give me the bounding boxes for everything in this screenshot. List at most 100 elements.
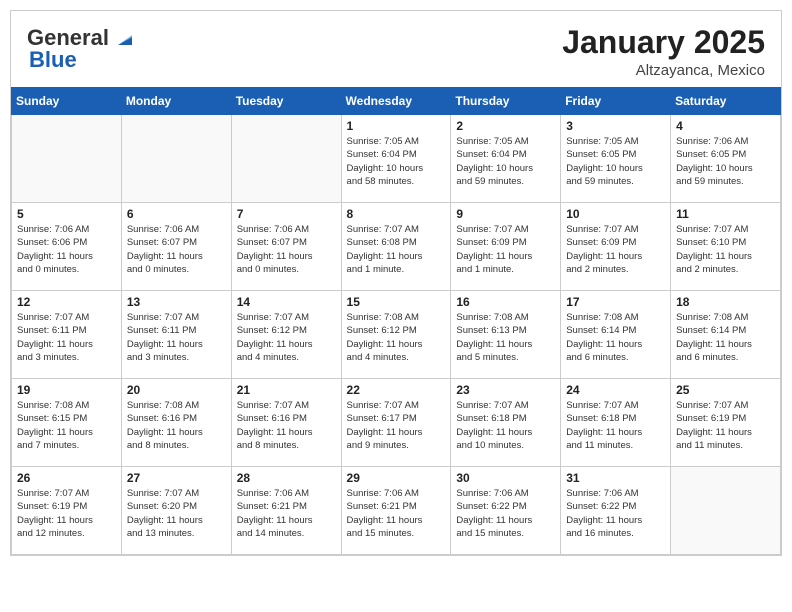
calendar-table: SundayMondayTuesdayWednesdayThursdayFrid… xyxy=(11,87,781,555)
day-number: 31 xyxy=(566,471,665,485)
day-number: 29 xyxy=(347,471,446,485)
day-info: Sunrise: 7:07 AM Sunset: 6:10 PM Dayligh… xyxy=(676,223,775,276)
day-number: 6 xyxy=(127,207,226,221)
calendar-day-cell: 12 Sunrise: 7:07 AM Sunset: 6:11 PM Dayli… xyxy=(12,291,122,379)
day-info: Sunrise: 7:07 AM Sunset: 6:09 PM Dayligh… xyxy=(566,223,665,276)
calendar-day-cell: 19Sunrise: 7:08 AM Sunset: 6:15 PM Dayli… xyxy=(12,379,122,467)
day-number: 18 xyxy=(676,295,775,309)
day-number: 2 xyxy=(456,119,555,133)
day-info: Sunrise: 7:06 AM Sunset: 6:07 PM Dayligh… xyxy=(127,223,226,276)
calendar-day-cell: 31 Sunrise: 7:06 AM Sunset: 6:22 PM Dayli… xyxy=(561,467,671,555)
header: General Blue January 2025 Altzayanca, Me… xyxy=(11,11,781,87)
day-of-week-header: Saturday xyxy=(671,88,781,115)
logo-icon xyxy=(112,27,134,49)
day-number: 8 xyxy=(347,207,446,221)
day-info: Sunrise: 7:07 AM Sunset: 6:19 PM Dayligh… xyxy=(676,399,775,452)
calendar-day-cell: 5 Sunrise: 7:06 AM Sunset: 6:06 PM Daylig… xyxy=(12,203,122,291)
day-number: 17 xyxy=(566,295,665,309)
day-info: Sunrise: 7:07 AM Sunset: 6:11 PM Dayligh… xyxy=(127,311,226,364)
day-info: Sunrise: 7:05 AM Sunset: 6:05 PM Dayligh… xyxy=(566,135,665,188)
calendar-header-row: SundayMondayTuesdayWednesdayThursdayFrid… xyxy=(12,88,781,115)
calendar-day-cell: 1 Sunrise: 7:05 AM Sunset: 6:04 PM Daylig… xyxy=(341,115,451,203)
day-number: 5 xyxy=(17,207,116,221)
day-info: Sunrise: 7:07 AM Sunset: 6:18 PM Dayligh… xyxy=(456,399,555,452)
day-info: Sunrise: 7:06 AM Sunset: 6:05 PM Dayligh… xyxy=(676,135,775,188)
calendar-week-row: 19Sunrise: 7:08 AM Sunset: 6:15 PM Dayli… xyxy=(12,379,781,467)
day-info: Sunrise: 7:06 AM Sunset: 6:07 PM Dayligh… xyxy=(237,223,336,276)
day-number: 9 xyxy=(456,207,555,221)
day-number: 11 xyxy=(676,207,775,221)
day-info: Sunrise: 7:07 AM Sunset: 6:19 PM Dayligh… xyxy=(17,487,116,540)
day-info: Sunrise: 7:07 AM Sunset: 6:18 PM Dayligh… xyxy=(566,399,665,452)
day-number: 28 xyxy=(237,471,336,485)
calendar-day-cell xyxy=(121,115,231,203)
day-of-week-header: Wednesday xyxy=(341,88,451,115)
day-number: 14 xyxy=(237,295,336,309)
calendar-day-cell: 2 Sunrise: 7:05 AM Sunset: 6:04 PM Daylig… xyxy=(451,115,561,203)
month-title: January 2025 xyxy=(562,25,765,60)
calendar-day-cell: 16 Sunrise: 7:08 AM Sunset: 6:13 PM Dayli… xyxy=(451,291,561,379)
calendar-day-cell xyxy=(12,115,122,203)
day-info: Sunrise: 7:07 AM Sunset: 6:11 PM Dayligh… xyxy=(17,311,116,364)
calendar-day-cell: 7 Sunrise: 7:06 AM Sunset: 6:07 PM Daylig… xyxy=(231,203,341,291)
day-number: 25 xyxy=(676,383,775,397)
day-of-week-header: Tuesday xyxy=(231,88,341,115)
day-number: 10 xyxy=(566,207,665,221)
calendar-day-cell: 30Sunrise: 7:06 AM Sunset: 6:22 PM Dayli… xyxy=(451,467,561,555)
day-info: Sunrise: 7:06 AM Sunset: 6:22 PM Dayligh… xyxy=(566,487,665,540)
calendar-day-cell: 28Sunrise: 7:06 AM Sunset: 6:21 PM Dayli… xyxy=(231,467,341,555)
day-info: Sunrise: 7:08 AM Sunset: 6:12 PM Dayligh… xyxy=(347,311,446,364)
calendar-day-cell: 9 Sunrise: 7:07 AM Sunset: 6:09 PM Daylig… xyxy=(451,203,561,291)
calendar-day-cell: 11 Sunrise: 7:07 AM Sunset: 6:10 PM Dayli… xyxy=(671,203,781,291)
calendar-day-cell: 13Sunrise: 7:07 AM Sunset: 6:11 PM Dayli… xyxy=(121,291,231,379)
day-of-week-header: Monday xyxy=(121,88,231,115)
calendar-day-cell: 18Sunrise: 7:08 AM Sunset: 6:14 PM Dayli… xyxy=(671,291,781,379)
day-number: 1 xyxy=(347,119,446,133)
calendar-day-cell: 22Sunrise: 7:07 AM Sunset: 6:17 PM Dayli… xyxy=(341,379,451,467)
day-number: 24 xyxy=(566,383,665,397)
calendar-page: General Blue January 2025 Altzayanca, Me… xyxy=(10,10,782,556)
day-number: 20 xyxy=(127,383,226,397)
calendar-day-cell: 27Sunrise: 7:07 AM Sunset: 6:20 PM Dayli… xyxy=(121,467,231,555)
day-number: 23 xyxy=(456,383,555,397)
calendar-day-cell: 10 Sunrise: 7:07 AM Sunset: 6:09 PM Dayli… xyxy=(561,203,671,291)
calendar-day-cell: 14Sunrise: 7:07 AM Sunset: 6:12 PM Dayli… xyxy=(231,291,341,379)
calendar-day-cell: 26 Sunrise: 7:07 AM Sunset: 6:19 PM Dayli… xyxy=(12,467,122,555)
calendar-day-cell: 4 Sunrise: 7:06 AM Sunset: 6:05 PM Daylig… xyxy=(671,115,781,203)
day-of-week-header: Sunday xyxy=(12,88,122,115)
day-number: 26 xyxy=(17,471,116,485)
day-info: Sunrise: 7:07 AM Sunset: 6:09 PM Dayligh… xyxy=(456,223,555,276)
calendar-day-cell: 8Sunrise: 7:07 AM Sunset: 6:08 PM Daylig… xyxy=(341,203,451,291)
calendar-day-cell xyxy=(671,467,781,555)
calendar-day-cell: 24 Sunrise: 7:07 AM Sunset: 6:18 PM Dayli… xyxy=(561,379,671,467)
day-info: Sunrise: 7:06 AM Sunset: 6:21 PM Dayligh… xyxy=(347,487,446,540)
calendar-day-cell: 21Sunrise: 7:07 AM Sunset: 6:16 PM Dayli… xyxy=(231,379,341,467)
calendar-week-row: 12 Sunrise: 7:07 AM Sunset: 6:11 PM Dayli… xyxy=(12,291,781,379)
day-info: Sunrise: 7:05 AM Sunset: 6:04 PM Dayligh… xyxy=(456,135,555,188)
calendar-day-cell: 23 Sunrise: 7:07 AM Sunset: 6:18 PM Dayli… xyxy=(451,379,561,467)
calendar-day-cell: 25 Sunrise: 7:07 AM Sunset: 6:19 PM Dayli… xyxy=(671,379,781,467)
calendar-day-cell xyxy=(231,115,341,203)
day-of-week-header: Thursday xyxy=(451,88,561,115)
day-number: 16 xyxy=(456,295,555,309)
calendar-week-row: 26 Sunrise: 7:07 AM Sunset: 6:19 PM Dayli… xyxy=(12,467,781,555)
day-number: 19 xyxy=(17,383,116,397)
day-info: Sunrise: 7:06 AM Sunset: 6:22 PM Dayligh… xyxy=(456,487,555,540)
calendar-day-cell: 3Sunrise: 7:05 AM Sunset: 6:05 PM Daylig… xyxy=(561,115,671,203)
day-info: Sunrise: 7:08 AM Sunset: 6:13 PM Dayligh… xyxy=(456,311,555,364)
calendar-day-cell: 29 Sunrise: 7:06 AM Sunset: 6:21 PM Dayli… xyxy=(341,467,451,555)
location-title: Altzayanca, Mexico xyxy=(562,62,765,79)
calendar-day-cell: 17Sunrise: 7:08 AM Sunset: 6:14 PM Dayli… xyxy=(561,291,671,379)
calendar-day-cell: 6 Sunrise: 7:06 AM Sunset: 6:07 PM Daylig… xyxy=(121,203,231,291)
day-info: Sunrise: 7:06 AM Sunset: 6:06 PM Dayligh… xyxy=(17,223,116,276)
calendar-day-cell: 15 Sunrise: 7:08 AM Sunset: 6:12 PM Dayli… xyxy=(341,291,451,379)
day-info: Sunrise: 7:07 AM Sunset: 6:20 PM Dayligh… xyxy=(127,487,226,540)
day-number: 4 xyxy=(676,119,775,133)
title-block: January 2025 Altzayanca, Mexico xyxy=(562,25,765,79)
day-number: 15 xyxy=(347,295,446,309)
day-info: Sunrise: 7:05 AM Sunset: 6:04 PM Dayligh… xyxy=(347,135,446,188)
day-number: 12 xyxy=(17,295,116,309)
calendar-week-row: 5 Sunrise: 7:06 AM Sunset: 6:06 PM Daylig… xyxy=(12,203,781,291)
day-number: 7 xyxy=(237,207,336,221)
calendar-week-row: 1 Sunrise: 7:05 AM Sunset: 6:04 PM Daylig… xyxy=(12,115,781,203)
